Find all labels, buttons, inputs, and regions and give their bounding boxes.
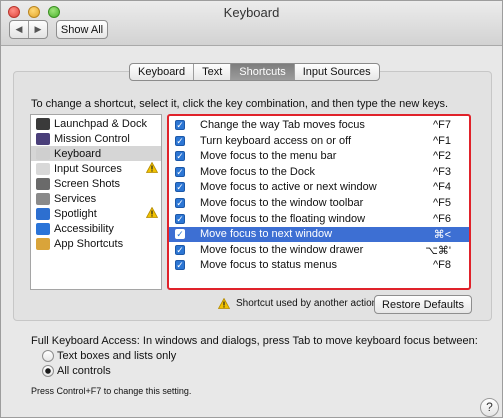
back-forward-control: ◀ ▶ [9,20,48,39]
tab-shortcuts[interactable]: Shortcuts [231,64,295,80]
category-label: Keyboard [54,147,102,160]
category-item[interactable]: Spotlight [31,206,161,221]
checkbox-checked-icon[interactable]: ✓ [175,182,185,193]
radio-all-controls[interactable]: All controls [42,365,111,377]
checkbox-checked-icon[interactable]: ✓ [175,260,185,271]
back-arrow-icon[interactable]: ◀ [10,21,29,38]
category-item[interactable]: Accessibility [31,221,161,236]
shortcut-row[interactable]: ✓ Move focus to next window ⌘< [169,227,469,243]
full-keyboard-access-label: Full Keyboard Access: In windows and dia… [31,335,478,347]
shortcut-row[interactable]: ✓ Move focus to status menus ^F8 [169,258,469,273]
keyboard-icon [36,147,50,160]
checkbox-checked-icon[interactable]: ✓ [175,213,185,224]
category-item[interactable]: Launchpad & Dock [31,116,161,131]
checkbox-checked-icon[interactable]: ✓ [175,135,185,146]
shortcut-label: Change the way Tab moves focus [200,119,365,131]
category-label: Services [54,192,97,205]
checkbox-checked-icon[interactable]: ✓ [175,120,185,130]
preference-tabs: Keyboard Text Shortcuts Input Sources [129,63,380,81]
shortcut-row[interactable]: ✓ Move focus to the menu bar ^F2 [169,149,469,164]
tab-keyboard[interactable]: Keyboard [130,64,195,80]
shortcut-label: Move focus to the Dock [200,165,315,178]
category-label: Accessibility [54,222,114,235]
forward-arrow-icon[interactable]: ▶ [29,21,47,38]
mission-control-icon [36,132,50,145]
shortcut-label: Move focus to active or next window [200,181,377,194]
spotlight-icon [36,207,50,220]
screen-shots-icon [36,177,50,190]
tab-text[interactable]: Text [194,64,232,80]
shortcut-row[interactable]: ✓ Change the way Tab moves focus ^F7 [169,118,469,133]
shortcut-row[interactable]: ✓ Move focus to the floating window ^F6 [169,212,469,227]
category-item[interactable]: App Shortcuts [31,236,161,251]
category-label: App Shortcuts [54,237,124,250]
shortcut-list: ✓ Change the way Tab moves focus ^F7 ✓ Turn … [167,114,471,290]
control-f7-hint: Press Control+F7 to change this setting. [31,386,192,396]
radio-label: All controls [57,365,111,377]
title-bar: Keyboard ◀ ▶ Show All [1,1,502,46]
shortcut-label: Move focus to next window [200,228,333,241]
radio-label: Text boxes and lists only [57,350,177,362]
category-label: Launchpad & Dock [54,117,147,130]
tab-input-sources[interactable]: Input Sources [295,64,379,80]
category-item[interactable]: Services [31,191,161,206]
checkbox-checked-icon[interactable]: ✓ [175,166,185,177]
checkbox-checked-icon[interactable]: ✓ [175,151,185,162]
shortcut-key[interactable]: ^F6 [433,213,451,225]
launchpad-dock-icon [36,117,50,130]
app-shortcuts-icon [36,237,50,250]
window-title: Keyboard [223,5,280,20]
warning-icon [146,207,158,218]
shortcut-label: Move focus to the floating window [200,212,366,225]
instructions-text: To change a shortcut, select it, click t… [31,98,449,110]
shortcut-label: Turn keyboard access on or off [200,134,352,147]
shortcut-key[interactable]: ^F7 [433,119,451,131]
conflict-note: Shortcut used by another action [218,298,377,309]
shortcut-key[interactable]: ^F2 [433,150,451,162]
shortcut-row[interactable]: ✓ Move focus to the window drawer ⌥⌘' [169,243,469,258]
category-list: Launchpad & Dock Mission Control Keyboard I… [30,114,162,290]
shortcut-key[interactable]: ^F5 [433,197,451,209]
shortcut-row[interactable]: ✓ Move focus to the Dock ^F3 [169,165,469,180]
radio-text-boxes-and-lists[interactable]: Text boxes and lists only [42,350,176,362]
warning-icon [218,298,230,309]
category-label: Screen Shots [54,177,121,190]
category-item[interactable]: Input Sources [31,161,161,176]
shortcut-label: Move focus to status menus [200,259,337,272]
category-label: Input Sources [54,162,122,175]
shortcut-row[interactable]: ✓ Move focus to the window toolbar ^F5 [169,196,469,211]
radio-button-selected-icon[interactable] [42,365,54,377]
help-button[interactable]: ? [480,398,499,417]
checkbox-checked-icon[interactable]: ✓ [175,229,185,240]
shortcut-key[interactable]: ^F8 [433,259,451,271]
category-item[interactable]: Mission Control [31,131,161,146]
accessibility-icon [36,222,50,235]
shortcut-key[interactable]: ⌥⌘' [425,244,451,257]
radio-button-icon[interactable] [42,350,54,362]
shortcut-key[interactable]: ^F1 [433,135,451,147]
shortcut-label: Move focus to the window toolbar [200,197,364,209]
checkbox-checked-icon[interactable]: ✓ [175,244,185,255]
shortcut-key[interactable]: ⌘< [434,228,451,241]
shortcut-key[interactable]: ^F4 [433,181,451,193]
restore-defaults-button[interactable]: Restore Defaults [374,295,472,314]
input-sources-icon [36,162,50,175]
keyboard-preferences-window: Keyboard ◀ ▶ Show All Keyboard Text Shor… [0,0,503,418]
shortcut-label: Move focus to the window drawer [200,243,364,256]
category-label: Spotlight [54,207,97,220]
shortcut-key[interactable]: ^F3 [433,166,451,178]
category-item[interactable]: Screen Shots [31,176,161,191]
shortcut-row[interactable]: ✓ Move focus to active or next window ^F4 [169,180,469,195]
show-all-button[interactable]: Show All [56,20,108,39]
shortcut-row[interactable]: ✓ Turn keyboard access on or off ^F1 [169,134,469,149]
conflict-note-text: Shortcut used by another action [236,298,378,309]
category-label: Mission Control [54,132,130,145]
warning-icon [146,162,158,173]
category-item[interactable]: Keyboard [31,146,161,161]
shortcut-label: Move focus to the menu bar [200,150,337,163]
services-gear-icon [36,192,50,205]
checkbox-checked-icon[interactable]: ✓ [175,198,185,208]
